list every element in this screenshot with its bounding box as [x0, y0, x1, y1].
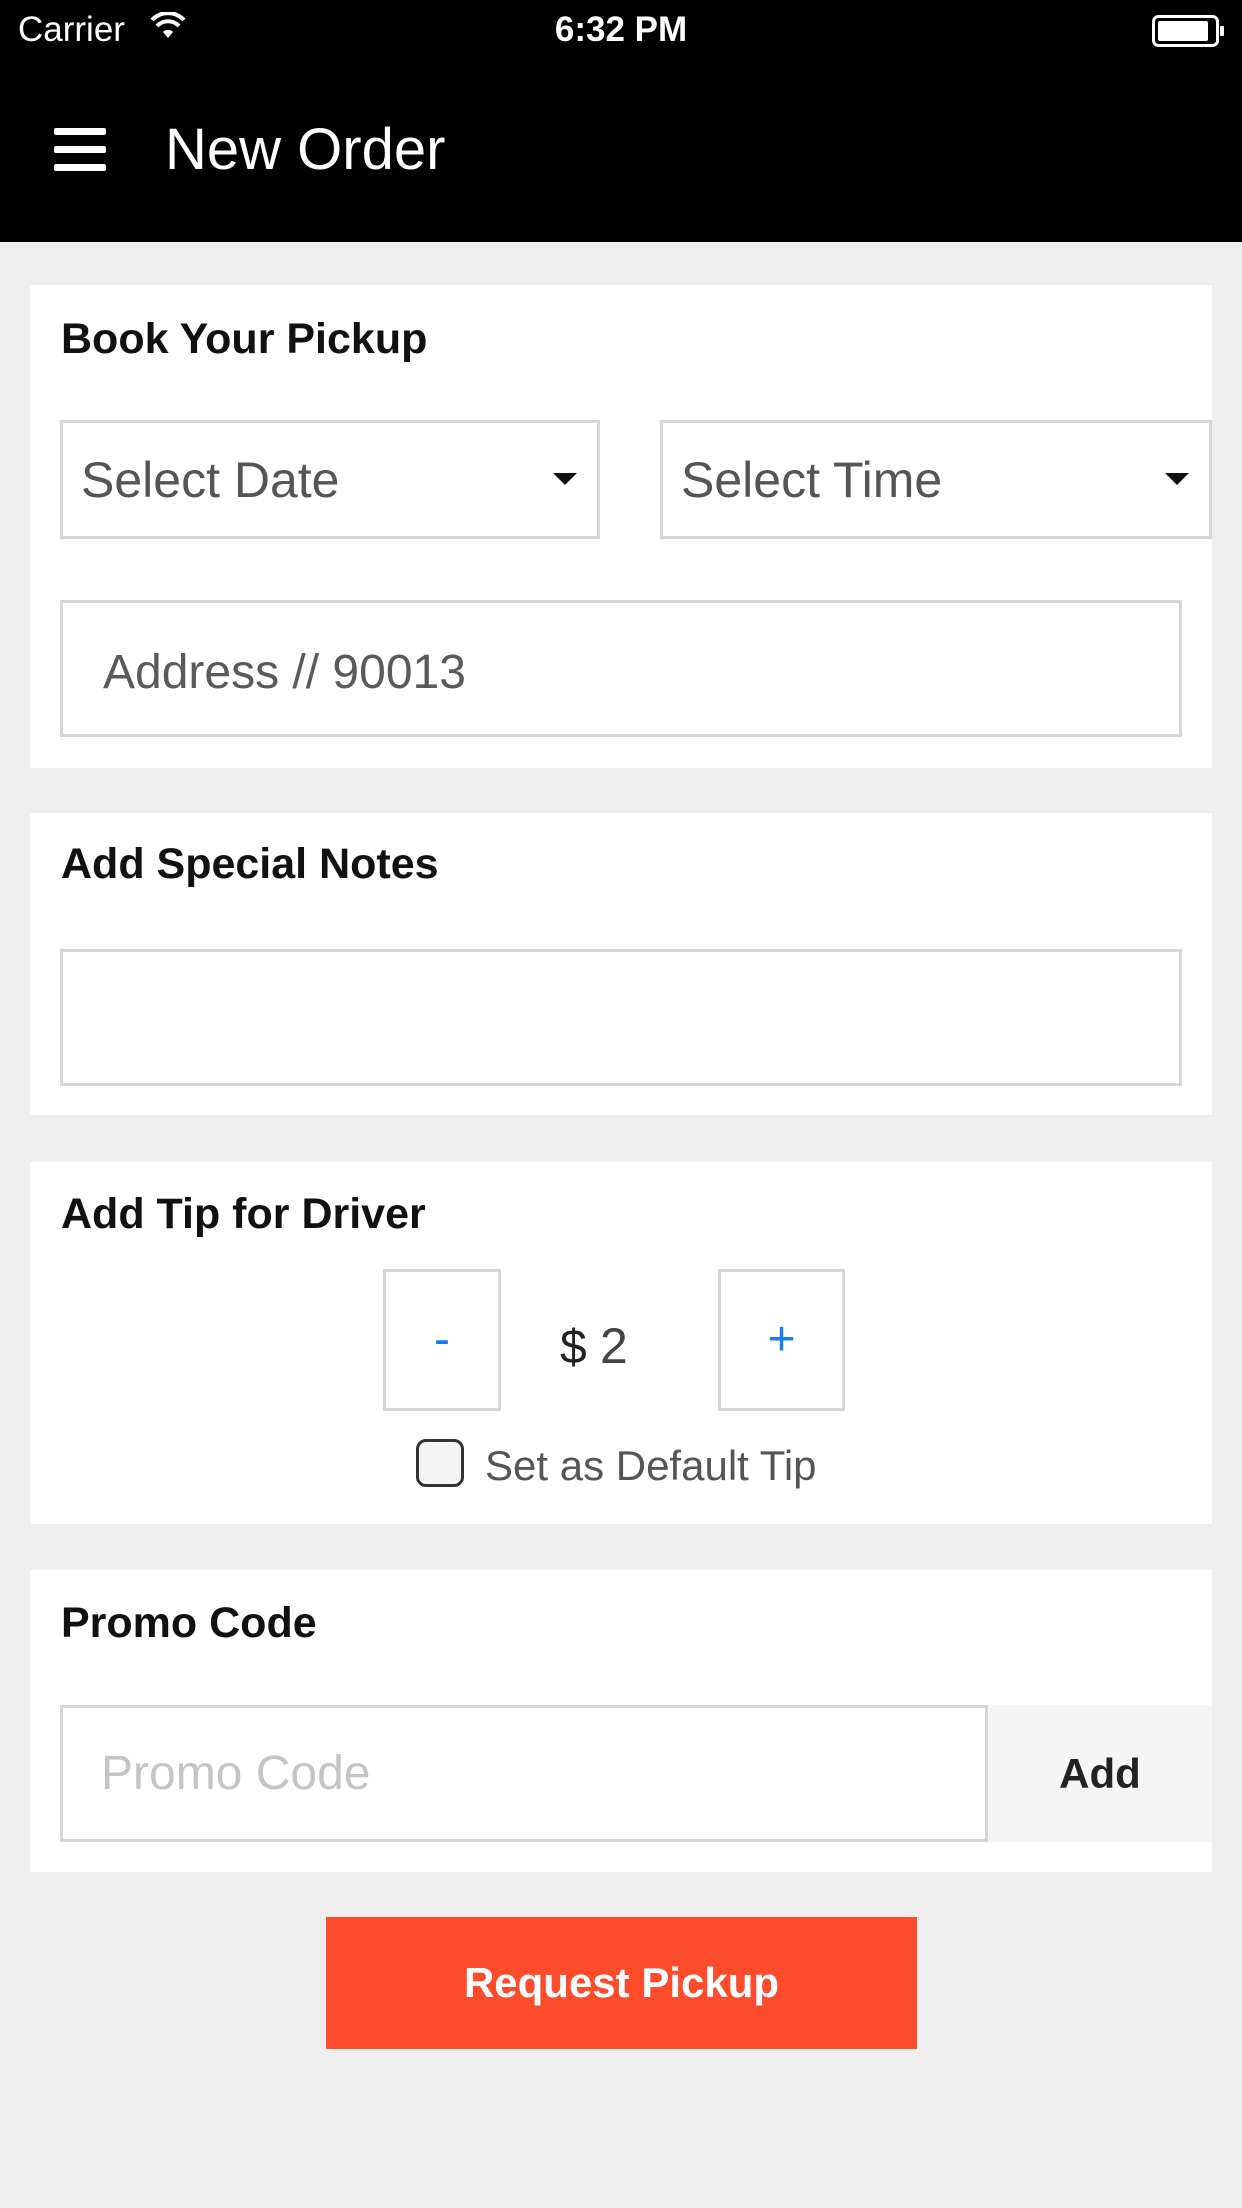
tip-amount: $ 2 [560, 1317, 628, 1375]
promo-code-placeholder: Promo Code [101, 1747, 371, 1800]
page-title: New Order [165, 117, 446, 182]
notes-card: Add Special Notes [30, 813, 1212, 1115]
battery-icon [1152, 15, 1226, 52]
default-tip-label: Set as Default Tip [485, 1442, 817, 1489]
pickup-card: Book Your Pickup Select Date Select Time… [30, 285, 1212, 768]
status-time: 6:32 PM [554, 10, 688, 49]
request-pickup-button[interactable]: Request Pickup [326, 1917, 917, 2049]
tip-increment-button[interactable]: + [718, 1269, 845, 1411]
address-input[interactable]: Address // 90013 [60, 600, 1182, 737]
tip-value: 2 [600, 1318, 628, 1374]
notes-input[interactable] [60, 949, 1182, 1086]
date-select[interactable]: Select Date [60, 420, 600, 539]
tip-currency: $ [560, 1321, 587, 1374]
tip-decrement-button[interactable]: - [383, 1269, 501, 1411]
promo-card: Promo Code Promo Code Add [30, 1570, 1212, 1872]
hamburger-menu-icon[interactable] [54, 128, 106, 172]
promo-code-input[interactable]: Promo Code [60, 1705, 988, 1842]
default-tip-checkbox[interactable] [416, 1439, 464, 1487]
chevron-down-icon [1165, 473, 1189, 485]
address-placeholder: Address // 90013 [103, 646, 466, 699]
notes-section-title: Add Special Notes [61, 840, 439, 888]
add-promo-button[interactable]: Add [988, 1705, 1212, 1842]
chevron-down-icon [553, 473, 577, 485]
app-header: Carrier 6:32 PM New Order [0, 0, 1242, 242]
promo-section-title: Promo Code [61, 1599, 317, 1647]
status-bar: Carrier 6:32 PM [0, 0, 1242, 60]
pickup-section-title: Book Your Pickup [61, 315, 428, 363]
time-select[interactable]: Select Time [660, 420, 1212, 539]
date-select-label: Select Date [81, 452, 340, 508]
time-select-label: Select Time [681, 452, 943, 508]
tip-section-title: Add Tip for Driver [61, 1190, 426, 1238]
tip-card: Add Tip for Driver - $ 2 + Set as Defaul… [30, 1162, 1212, 1524]
